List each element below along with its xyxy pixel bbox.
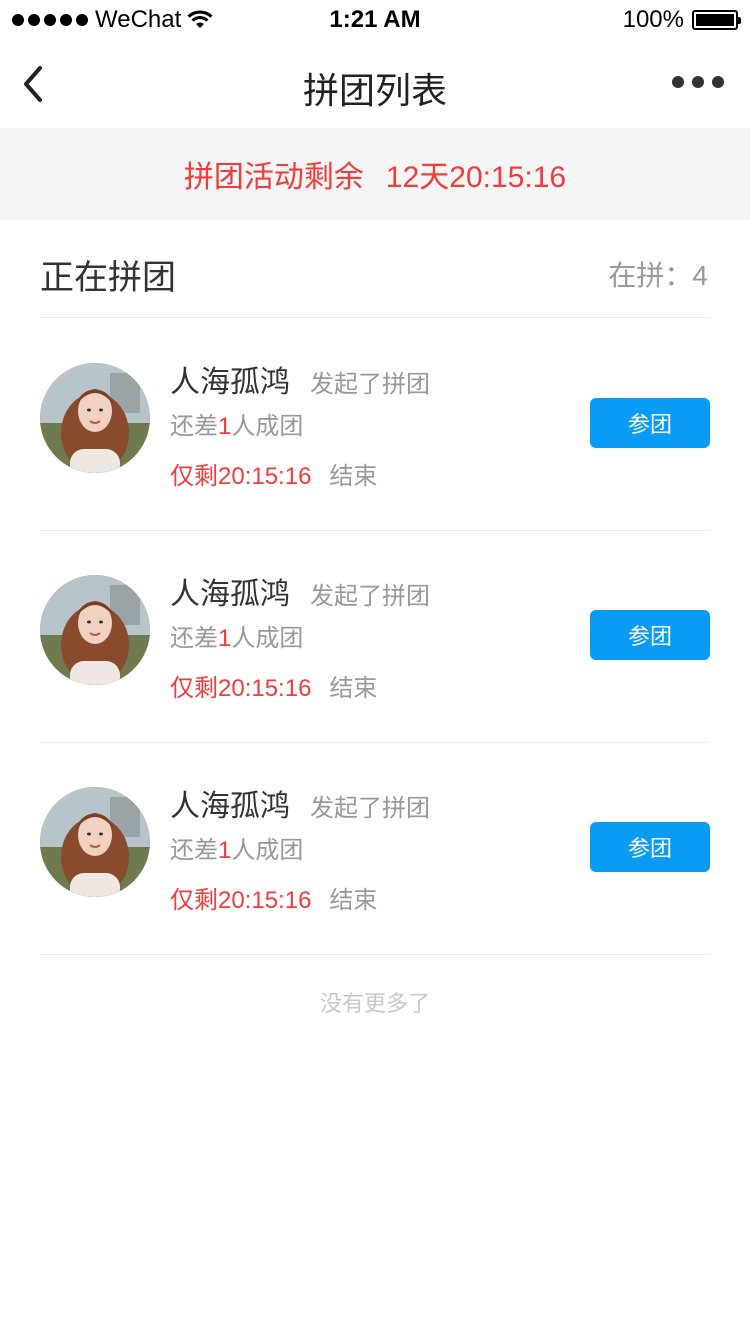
group-count: 在拼：4 [608,254,708,294]
avatar-image [40,363,150,473]
need-prefix: 还差 [170,837,218,864]
remain-countdown: 仅剩20:15:16 [170,887,312,914]
join-group-button[interactable]: 参团 [590,822,710,872]
group-info: 人海孤鸿 发起了拼团 还差1人成团 仅剩20:15:16 结束 [170,357,430,497]
avatar-image [40,575,150,685]
initiator-action: 发起了拼团 [310,583,430,610]
need-suffix: 人成团 [231,837,304,864]
count-label: 在拼： [608,260,693,291]
avatar [40,787,150,897]
need-suffix: 人成团 [231,413,304,440]
end-label: 结束 [329,887,378,914]
section-title: 正在拼团 [40,259,176,297]
banner-countdown: 12天20:15:16 [385,161,567,194]
battery-icon [692,10,741,30]
initiator-action: 发起了拼团 [310,795,430,822]
members-needed: 还差1人成团 [170,831,430,871]
page-title: 拼团列表 [302,70,447,111]
remain-countdown: 仅剩20:15:16 [170,463,312,490]
members-needed: 还差1人成团 [170,619,430,659]
time-remaining: 仅剩20:15:16 结束 [170,457,430,497]
avatar [40,575,150,685]
remain-countdown: 仅剩20:15:16 [170,675,312,702]
section-header: 正在拼团 在拼：4 [40,220,710,318]
initiator-action: 发起了拼团 [310,371,430,398]
initiator-name: 人海孤鸿 [170,790,290,823]
more-menu-icon[interactable] [672,76,724,88]
need-prefix: 还差 [170,413,218,440]
count-value: 4 [692,260,708,291]
join-group-button[interactable]: 参团 [590,398,710,448]
group-item: 人海孤鸿 发起了拼团 还差1人成团 仅剩20:15:16 结束 参团 [40,319,710,531]
end-label: 结束 [329,675,378,702]
time-remaining: 仅剩20:15:16 结束 [170,669,430,709]
initiator-name: 人海孤鸿 [170,366,290,399]
need-prefix: 还差 [170,625,218,652]
need-number: 1 [218,413,232,440]
end-label: 结束 [329,463,378,490]
group-item: 人海孤鸿 发起了拼团 还差1人成团 仅剩20:15:16 结束 参团 [40,531,710,743]
group-list: 人海孤鸿 发起了拼团 还差1人成团 仅剩20:15:16 结束 参团 人海孤鸿 … [40,319,710,955]
status-bar: WeChat 1:21 AM 100% [0,0,750,40]
initiator-name: 人海孤鸿 [170,578,290,611]
battery-percent: 100% [622,6,684,33]
avatar [40,363,150,473]
members-needed: 还差1人成团 [170,407,430,447]
need-suffix: 人成团 [231,625,304,652]
time-remaining: 仅剩20:15:16 结束 [170,881,430,921]
need-number: 1 [218,625,232,652]
join-group-button[interactable]: 参团 [590,610,710,660]
status-right: 100% [622,6,741,34]
avatar-image [40,787,150,897]
no-more-text: 没有更多了 [319,991,430,1016]
group-item: 人海孤鸿 发起了拼团 还差1人成团 仅剩20:15:16 结束 参团 [40,743,710,955]
need-number: 1 [218,837,232,864]
group-info: 人海孤鸿 发起了拼团 还差1人成团 仅剩20:15:16 结束 [170,569,430,709]
group-info: 人海孤鸿 发起了拼团 还差1人成团 仅剩20:15:16 结束 [170,781,430,921]
banner-label: 拼团活动剩余 [183,161,364,194]
nav-bar: 拼团列表 [0,40,750,128]
countdown-banner: 拼团活动剩余 12天20:15:16 [0,128,750,220]
